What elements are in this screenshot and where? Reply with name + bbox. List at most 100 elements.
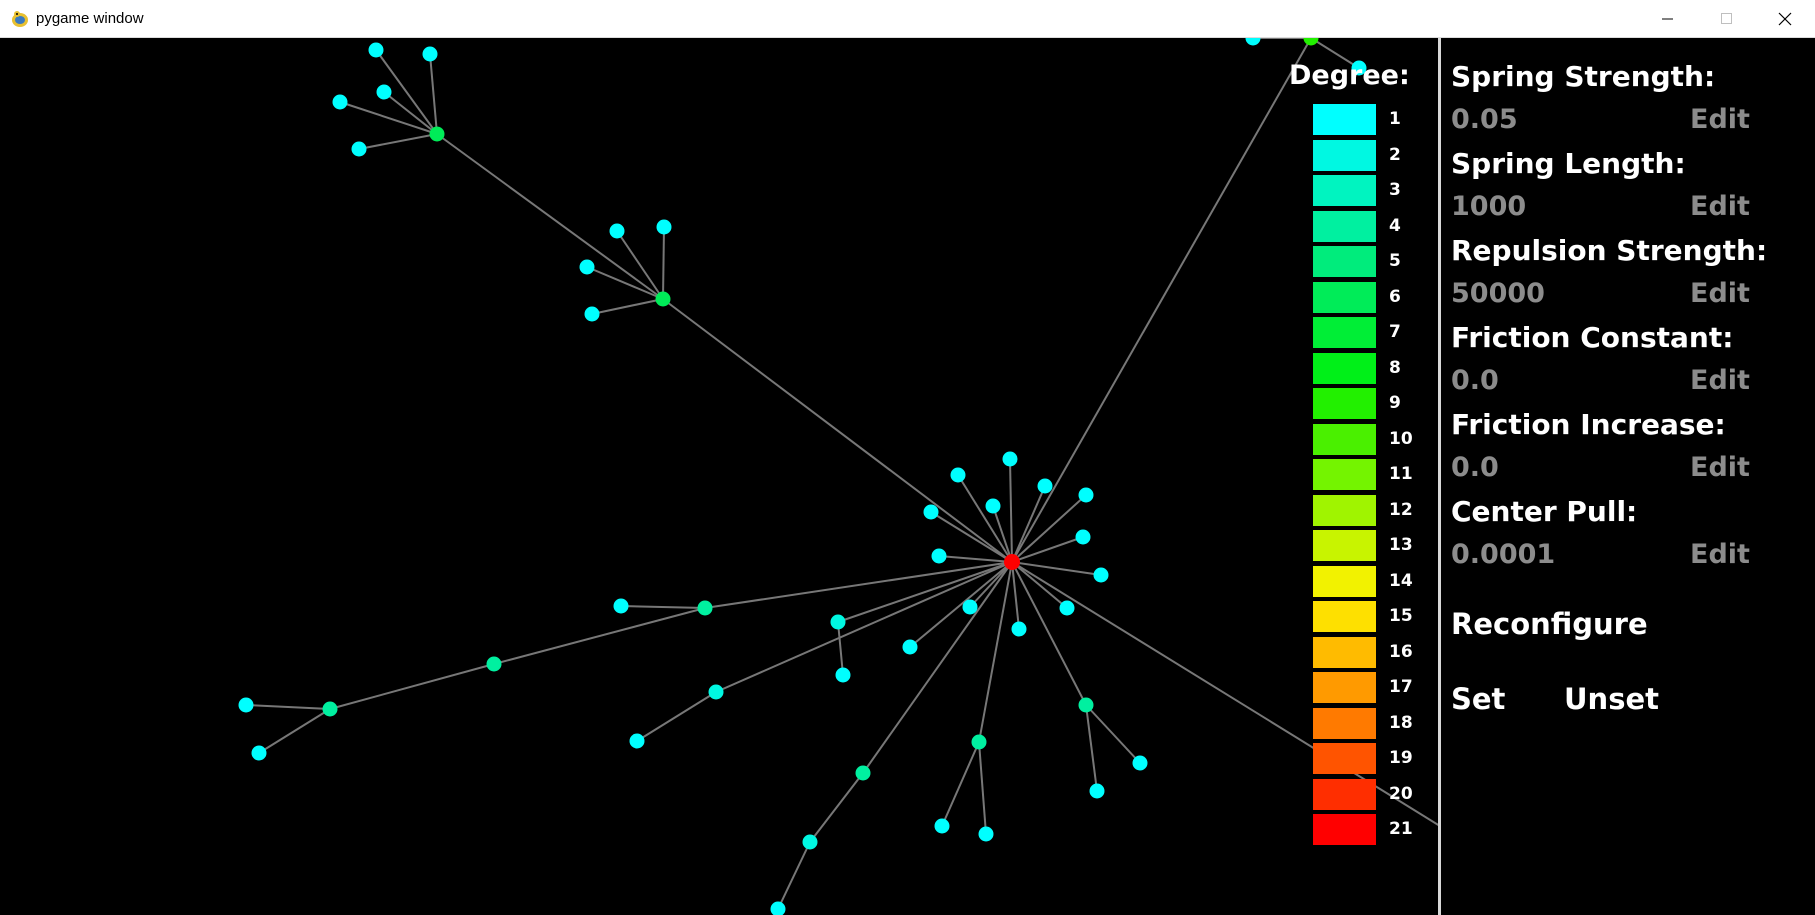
legend-label-14: 14	[1389, 570, 1413, 591]
graph-node[interactable]	[351, 141, 367, 157]
legend-label-17: 17	[1389, 677, 1413, 697]
graph-node[interactable]	[835, 667, 851, 683]
spring-length-value: 1000	[1451, 191, 1527, 222]
graph-node[interactable]	[251, 745, 267, 761]
graph-edge	[245, 704, 331, 710]
maximize-button[interactable]	[1697, 0, 1755, 38]
graph-node[interactable]	[1075, 529, 1091, 545]
spring-strength-edit-button[interactable]: Edit	[1690, 104, 1750, 135]
graph-node[interactable]	[1037, 478, 1053, 494]
graph-edge	[957, 474, 1013, 563]
graph-node[interactable]	[1303, 38, 1319, 46]
legend-label-1: 1	[1389, 109, 1401, 129]
graph-edge	[1085, 704, 1098, 792]
graph-node[interactable]	[629, 733, 645, 749]
graph-node[interactable]	[802, 834, 818, 850]
minimize-button[interactable]	[1638, 0, 1696, 38]
graph-edge	[978, 741, 987, 835]
unset-button[interactable]: Unset	[1564, 682, 1659, 716]
minimize-icon	[1662, 18, 1673, 20]
pygame-snake-icon	[12, 11, 28, 27]
friction-increase-edit-button[interactable]: Edit	[1690, 452, 1750, 483]
graph-node[interactable]	[1078, 487, 1094, 503]
legend-swatch-6	[1313, 281, 1376, 313]
legend-label-10: 10	[1389, 428, 1413, 449]
graph-node[interactable]	[971, 734, 987, 750]
graph-node[interactable]	[376, 84, 392, 100]
graph-edge	[809, 772, 864, 843]
graph-node-center[interactable]	[1004, 554, 1020, 570]
legend-swatch-19	[1313, 743, 1376, 774]
graph-canvas[interactable]	[0, 38, 1438, 915]
graph-node[interactable]	[332, 94, 348, 110]
graph-node[interactable]	[708, 684, 724, 700]
legend-swatch-17	[1313, 672, 1376, 703]
graph-node[interactable]	[1132, 755, 1148, 771]
graph-node[interactable]	[770, 901, 786, 915]
graph-node[interactable]	[934, 818, 950, 834]
graph-node[interactable]	[950, 467, 966, 483]
graph-node[interactable]	[609, 223, 625, 239]
graph-node[interactable]	[422, 46, 438, 62]
graph-node[interactable]	[486, 656, 502, 672]
legend-label-3: 3	[1389, 180, 1401, 200]
graph-node[interactable]	[429, 126, 445, 142]
spring-strength-label: Spring Strength:	[1451, 60, 1716, 93]
graph-edge	[715, 561, 1013, 693]
graph-node[interactable]	[368, 42, 384, 58]
graph-node[interactable]	[1089, 783, 1105, 799]
center-pull-edit-button[interactable]: Edit	[1690, 539, 1750, 570]
graph-node[interactable]	[1002, 451, 1018, 467]
legend-swatch-7	[1313, 317, 1376, 348]
graph-node[interactable]	[931, 548, 947, 564]
friction-increase-label: Friction Increase:	[1451, 408, 1726, 441]
friction-constant-label: Friction Constant:	[1451, 321, 1734, 354]
graph-node[interactable]	[902, 639, 918, 655]
graph-node[interactable]	[613, 598, 629, 614]
center-pull-value: 0.0001	[1451, 539, 1556, 570]
reconfigure-button[interactable]: Reconfigure	[1451, 607, 1648, 641]
legend-swatch-18	[1313, 707, 1376, 739]
legend-swatch-10	[1313, 423, 1376, 455]
graph-node[interactable]	[656, 219, 672, 235]
graph-edge	[436, 133, 664, 300]
graph-node[interactable]	[1078, 697, 1094, 713]
graph-node[interactable]	[1059, 600, 1075, 616]
legend-swatch-9	[1313, 388, 1376, 419]
set-button[interactable]: Set	[1451, 682, 1505, 716]
close-icon	[1778, 12, 1792, 26]
graph-node[interactable]	[697, 600, 713, 616]
graph-node[interactable]	[1011, 621, 1027, 637]
graph-edge	[329, 663, 495, 710]
graph-node[interactable]	[322, 701, 338, 717]
graph-edge	[1011, 38, 1312, 563]
graph-edge	[591, 298, 664, 315]
legend-label-21: 21	[1389, 819, 1413, 839]
graph-node[interactable]	[579, 259, 595, 275]
friction-constant-edit-button[interactable]: Edit	[1690, 365, 1750, 396]
graph-node[interactable]	[238, 697, 254, 713]
graph-node[interactable]	[655, 291, 671, 307]
legend-label-11: 11	[1389, 464, 1413, 484]
repulsion-strength-edit-button[interactable]: Edit	[1690, 278, 1750, 309]
graph-node[interactable]	[1093, 567, 1109, 583]
graph-node[interactable]	[923, 504, 939, 520]
close-button[interactable]	[1756, 0, 1814, 38]
graph-edge	[662, 298, 1013, 563]
graph-node[interactable]	[584, 306, 600, 322]
legend-label-16: 16	[1389, 641, 1413, 662]
graph-node[interactable]	[985, 498, 1001, 514]
spring-length-edit-button[interactable]: Edit	[1690, 191, 1750, 222]
graph-edge	[938, 555, 1013, 563]
graph-node[interactable]	[978, 826, 994, 842]
graph-node[interactable]	[855, 765, 871, 781]
legend-label-2: 2	[1389, 144, 1401, 165]
app-canvas[interactable]: Degree: 1 2 3 4 5 6 7 8 9 10 11 12 13 14 15 16 17 18 19 20 2…	[0, 38, 1815, 915]
graph-node[interactable]	[962, 599, 978, 615]
graph-node[interactable]	[830, 614, 846, 630]
legend-swatch-13	[1313, 530, 1376, 561]
graph-edge	[1011, 536, 1084, 563]
legend-label-4: 4	[1389, 215, 1401, 236]
graph-node[interactable]	[1245, 38, 1261, 46]
graph-edge	[837, 621, 844, 676]
